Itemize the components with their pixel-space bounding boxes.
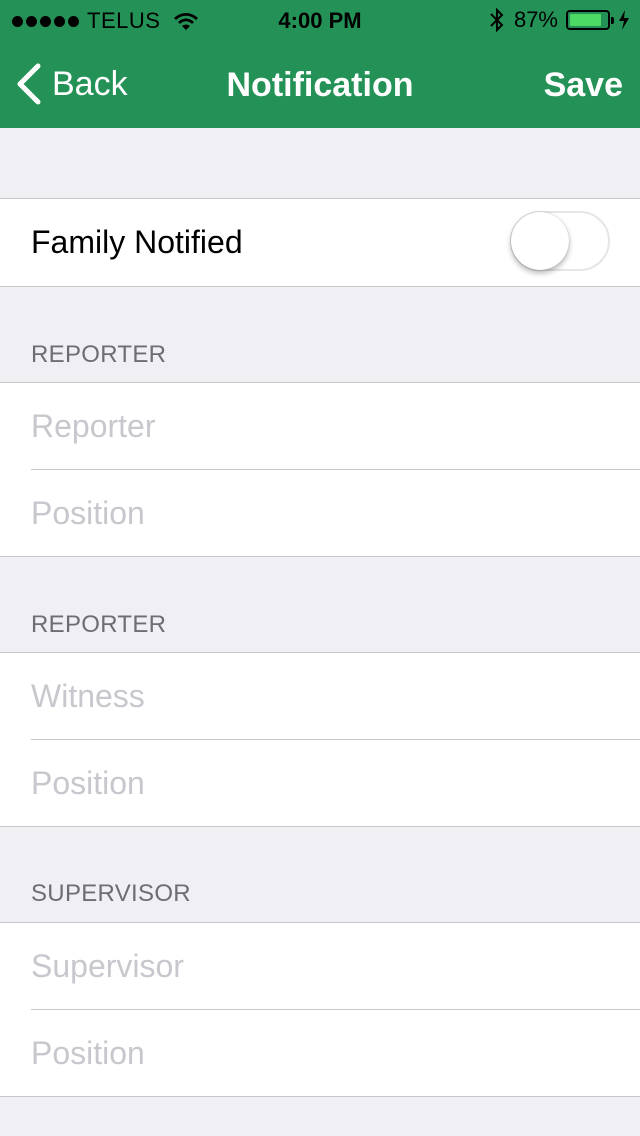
save-button[interactable]: Save: [544, 66, 623, 105]
bluetooth-icon: [490, 7, 504, 33]
supervisor-group: [0, 922, 640, 1097]
reporter-position-row: [0, 470, 640, 556]
section-header-witness: REPORTER: [31, 611, 167, 638]
section-header-reporter: REPORTER: [31, 341, 167, 368]
status-right: 87%: [488, 7, 630, 33]
battery-fill: [570, 14, 602, 26]
witness-input[interactable]: [31, 653, 611, 739]
family-notified-group: Family Notified: [0, 198, 640, 287]
reporter-position-input[interactable]: [31, 470, 611, 556]
supervisor-field-row: [0, 923, 640, 1009]
charging-bolt-icon: [619, 10, 629, 30]
reporter-field-row: [0, 383, 640, 469]
witness-group: [0, 652, 640, 827]
reporter-group: [0, 382, 640, 557]
supervisor-input[interactable]: [31, 923, 611, 1009]
family-notified-label: Family Notified: [31, 224, 243, 260]
battery-icon: [566, 10, 614, 30]
battery-percent: 87%: [513, 7, 558, 32]
family-notified-row: Family Notified: [0, 199, 640, 286]
navigation-bar: Back Notification Save: [0, 40, 640, 128]
family-notified-switch[interactable]: [510, 211, 610, 271]
section-header-supervisor: SUPERVISOR: [31, 880, 191, 907]
witness-position-row: [0, 740, 640, 826]
switch-knob: [511, 212, 569, 270]
top-bar: TELUS 4:00 PM 87% Back Notification Save: [0, 0, 640, 128]
supervisor-position-row: [0, 1010, 640, 1096]
witness-field-row: [0, 653, 640, 739]
status-bar: TELUS 4:00 PM 87%: [0, 0, 640, 40]
reporter-input[interactable]: [31, 383, 611, 469]
supervisor-position-input[interactable]: [31, 1010, 611, 1096]
witness-position-input[interactable]: [31, 740, 611, 826]
